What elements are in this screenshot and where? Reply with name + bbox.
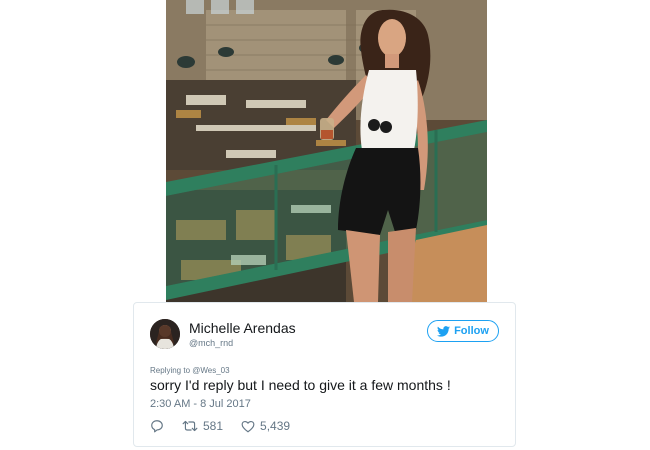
page: Michelle Arendas @mch_rnd Follow Replyin… [0, 0, 650, 450]
heart-icon [241, 420, 255, 432]
tweet-text: sorry I'd reply but I need to give it a … [150, 377, 451, 393]
like-button[interactable]: 5,439 [241, 419, 290, 433]
tweet-photo[interactable] [166, 0, 487, 302]
tweet-timestamp[interactable]: 2:30 AM - 8 Jul 2017 [150, 398, 251, 410]
tweet-actions: 581 5,439 [150, 419, 308, 433]
retweet-icon [182, 420, 198, 432]
user-handle[interactable]: @mch_rnd [189, 338, 233, 348]
display-name[interactable]: Michelle Arendas [189, 320, 296, 336]
reply-button[interactable] [150, 419, 164, 433]
twitter-bird-icon [437, 325, 451, 337]
reply-icon [151, 420, 163, 433]
follow-label: Follow [454, 325, 489, 337]
like-count: 5,439 [260, 419, 291, 433]
replying-to[interactable]: Replying to @Wes_03 [150, 366, 230, 375]
tweet-card: Michelle Arendas @mch_rnd Follow Replyin… [133, 302, 516, 447]
photo-illustration [166, 0, 487, 302]
avatar-image [150, 319, 180, 349]
retweet-count: 581 [203, 419, 224, 433]
follow-button[interactable]: Follow [427, 320, 499, 342]
avatar[interactable] [150, 319, 180, 349]
retweet-button[interactable]: 581 [182, 419, 223, 433]
